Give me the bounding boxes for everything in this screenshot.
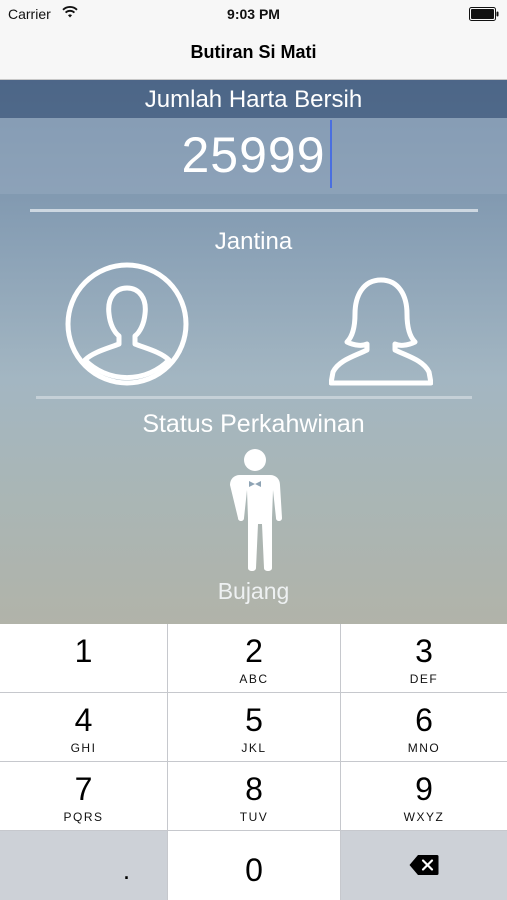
text-cursor	[330, 120, 332, 188]
backspace-icon	[409, 855, 439, 875]
key-digit: 8	[245, 771, 263, 807]
key-digit: 0	[245, 852, 263, 888]
divider	[30, 209, 478, 212]
marital-status-label: Status Perkahwinan	[142, 410, 365, 438]
key-letters: GHI	[70, 741, 97, 755]
key-3[interactable]: 3 DEF	[341, 624, 507, 693]
key-digit: 4	[74, 702, 93, 738]
numeric-keypad: 1 2 ABC 3 DEF 4 GHI 5 JKL 6 MNO 7 PQRS 8…	[0, 624, 507, 900]
key-digit: 5	[245, 702, 263, 738]
key-digit: 2	[245, 633, 263, 669]
status-bar: Carrier 9:03 PM	[0, 0, 507, 28]
key-5[interactable]: 5 JKL	[168, 693, 341, 762]
key-letters: ABC	[239, 672, 269, 686]
key-letters: DEF	[409, 672, 439, 686]
page-title: Butiran Si Mati	[190, 42, 317, 62]
key-6[interactable]: 6 MNO	[341, 693, 507, 762]
male-avatar-icon[interactable]	[65, 262, 189, 386]
net-assets-label: Jumlah Harta Bersih	[0, 80, 507, 118]
key-7[interactable]: 7 PQRS	[0, 762, 168, 831]
net-assets-value[interactable]: 25999	[0, 126, 507, 184]
key-letters: MNO	[407, 741, 441, 755]
key-decimal-label: .	[122, 855, 131, 885]
key-digit: 6	[415, 702, 433, 738]
key-4[interactable]: 4 GHI	[0, 693, 168, 762]
key-digit: 9	[415, 771, 433, 807]
groom-icon[interactable]	[226, 448, 284, 572]
marital-status-value: Bujang	[217, 578, 290, 604]
key-1[interactable]: 1	[0, 624, 168, 693]
key-letters: WXYZ	[403, 810, 445, 824]
deceased-details-form: Jumlah Harta Bersih 25999 Jantina Status…	[0, 80, 507, 624]
key-8[interactable]: 8 TUV	[168, 762, 341, 831]
status-time: 9:03 PM	[227, 6, 280, 22]
delete-key[interactable]	[341, 831, 507, 900]
key-decimal[interactable]: .	[0, 831, 168, 900]
key-2[interactable]: 2 ABC	[168, 624, 341, 693]
key-9[interactable]: 9 WXYZ	[341, 762, 507, 831]
key-letters: TUV	[239, 810, 269, 824]
key-0[interactable]: 0	[168, 831, 341, 900]
female-avatar-icon[interactable]	[329, 276, 433, 386]
gender-label: Jantina	[214, 228, 293, 255]
divider	[36, 396, 472, 399]
key-letters: PQRS	[63, 810, 104, 824]
navigation-bar: Butiran Si Mati	[0, 28, 507, 80]
net-assets-input[interactable]: 25999	[0, 118, 507, 194]
key-digit: 1	[74, 633, 93, 669]
key-digit: 7	[74, 771, 93, 807]
key-digit: 3	[415, 633, 433, 669]
key-letters: JKL	[241, 741, 267, 755]
battery-icon	[469, 7, 499, 21]
